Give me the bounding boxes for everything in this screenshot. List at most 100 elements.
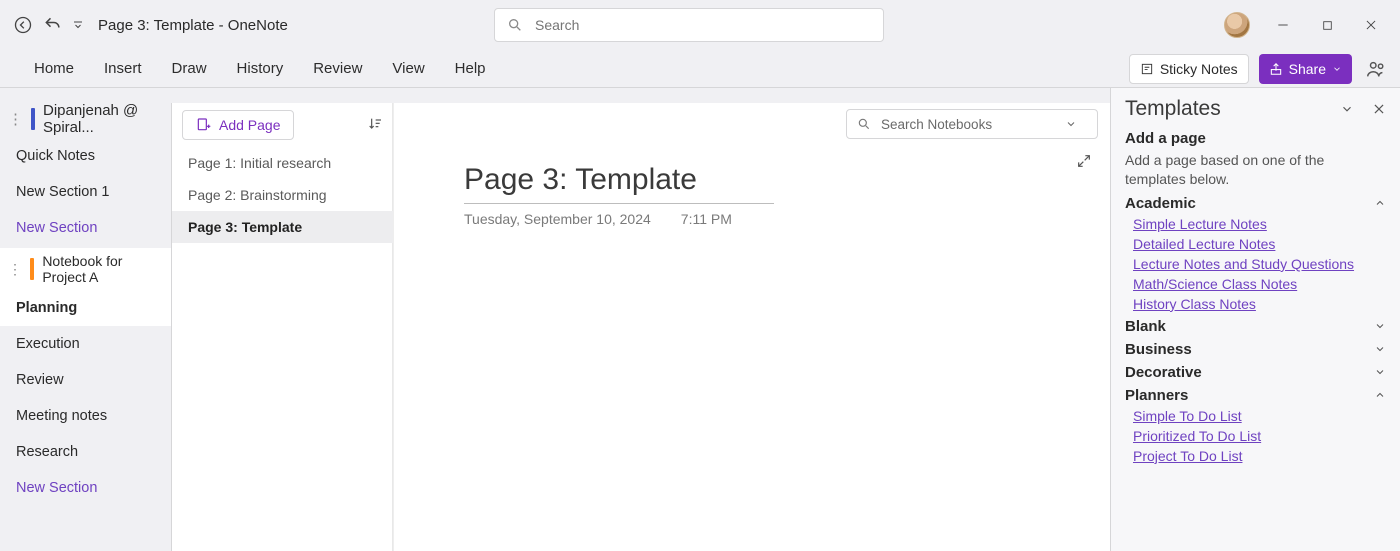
people-presence-button[interactable] bbox=[1362, 55, 1390, 83]
tab-insert[interactable]: Insert bbox=[102, 56, 144, 81]
tab-history[interactable]: History bbox=[235, 56, 286, 81]
chevron-down-icon[interactable] bbox=[1340, 102, 1354, 116]
template-link[interactable]: History Class Notes bbox=[1133, 296, 1386, 312]
page-list: Add Page Page 1: Initial research Page 2… bbox=[171, 103, 393, 551]
page-item-selected[interactable]: Page 3: Template bbox=[172, 211, 393, 243]
share-button[interactable]: Share bbox=[1259, 54, 1352, 84]
notebook-name: Dipanjenah @ Spiral... bbox=[43, 102, 163, 136]
account-avatar[interactable] bbox=[1224, 12, 1250, 38]
search-placeholder: Search bbox=[535, 17, 579, 33]
section-label: New Section bbox=[16, 480, 97, 496]
tab-home[interactable]: Home bbox=[32, 56, 76, 81]
page-label: Page 3: Template bbox=[188, 219, 302, 235]
template-category-decorative[interactable]: Decorative bbox=[1125, 364, 1386, 381]
template-link[interactable]: Prioritized To Do List bbox=[1133, 428, 1386, 444]
chevron-down-icon bbox=[1374, 366, 1386, 378]
section-item-planning[interactable]: Planning bbox=[0, 290, 171, 326]
section-label: Meeting notes bbox=[16, 408, 107, 424]
search-icon bbox=[507, 17, 523, 33]
template-category-blank[interactable]: Blank bbox=[1125, 318, 1386, 335]
page-time[interactable]: 7:11 PM bbox=[681, 211, 732, 227]
tab-review[interactable]: Review bbox=[311, 56, 364, 81]
section-item[interactable]: Execution bbox=[0, 326, 171, 362]
sticky-notes-button[interactable]: Sticky Notes bbox=[1129, 54, 1249, 84]
page-label: Page 1: Initial research bbox=[188, 155, 331, 171]
section-item-new[interactable]: New Section bbox=[0, 470, 171, 506]
search-icon bbox=[857, 117, 871, 131]
minimize-button[interactable] bbox=[1272, 14, 1294, 36]
chevron-up-icon bbox=[1374, 389, 1386, 401]
undo-button[interactable] bbox=[38, 10, 68, 40]
section-item[interactable]: Quick Notes bbox=[0, 138, 171, 174]
share-label: Share bbox=[1289, 61, 1326, 77]
template-link[interactable]: Detailed Lecture Notes bbox=[1133, 236, 1386, 252]
section-label: Review bbox=[16, 372, 64, 388]
maximize-button[interactable] bbox=[1316, 14, 1338, 36]
close-button[interactable] bbox=[1360, 14, 1382, 36]
secondary-notebook[interactable]: ⋮ Notebook for Project A bbox=[0, 248, 171, 290]
page-item[interactable]: Page 2: Brainstorming bbox=[172, 179, 393, 211]
category-label: Planners bbox=[1125, 387, 1188, 404]
share-icon bbox=[1269, 62, 1283, 76]
close-icon[interactable] bbox=[1372, 102, 1386, 116]
tab-help[interactable]: Help bbox=[453, 56, 488, 81]
app-body: ⋮ Dipanjenah @ Spiral... Quick Notes New… bbox=[0, 88, 1400, 551]
add-page-button[interactable]: Add Page bbox=[182, 110, 294, 140]
search-notebooks-input[interactable]: Search Notebooks bbox=[846, 109, 1098, 139]
notebook-navigation: ⋮ Dipanjenah @ Spiral... Quick Notes New… bbox=[0, 88, 171, 551]
template-link[interactable]: Simple Lecture Notes bbox=[1133, 216, 1386, 232]
templates-header: Templates bbox=[1125, 94, 1386, 124]
template-link[interactable]: Project To Do List bbox=[1133, 448, 1386, 464]
category-label: Blank bbox=[1125, 318, 1166, 335]
chevron-down-icon bbox=[1374, 343, 1386, 355]
section-label: Execution bbox=[16, 336, 80, 352]
template-link[interactable]: Simple To Do List bbox=[1133, 408, 1386, 424]
search-nb-placeholder: Search Notebooks bbox=[881, 117, 992, 132]
template-category-planners[interactable]: Planners bbox=[1125, 387, 1386, 404]
chevron-down-icon[interactable] bbox=[1065, 118, 1077, 130]
chevron-up-icon bbox=[1374, 197, 1386, 209]
tab-view[interactable]: View bbox=[390, 56, 426, 81]
page-date[interactable]: Tuesday, September 10, 2024 bbox=[464, 211, 651, 227]
notebook-grip-icon: ⋮ bbox=[8, 110, 23, 128]
notebook-color-swatch bbox=[31, 108, 35, 130]
global-search-input[interactable]: Search bbox=[494, 8, 884, 42]
page-list-toolbar: Add Page bbox=[172, 103, 393, 147]
section-label: New Section bbox=[16, 220, 97, 236]
section-item-new[interactable]: New Section bbox=[0, 210, 171, 246]
templates-panel: Templates Add a page Add a page based on… bbox=[1110, 88, 1400, 551]
sticky-notes-label: Sticky Notes bbox=[1160, 61, 1238, 77]
expand-page-button[interactable] bbox=[1076, 153, 1092, 172]
page-editor[interactable]: Search Notebooks Page 3: Template Tuesda… bbox=[393, 103, 1110, 551]
template-category-business[interactable]: Business bbox=[1125, 341, 1386, 358]
tab-draw[interactable]: Draw bbox=[170, 56, 209, 81]
page-label: Page 2: Brainstorming bbox=[188, 187, 327, 203]
section-item[interactable]: Review bbox=[0, 362, 171, 398]
section-label: Research bbox=[16, 444, 78, 460]
chevron-down-icon bbox=[1374, 320, 1386, 332]
section-item[interactable]: Research bbox=[0, 434, 171, 470]
add-page-label: Add Page bbox=[219, 117, 281, 133]
ribbon: Home Insert Draw History Review View Hel… bbox=[0, 50, 1400, 88]
page-meta: Tuesday, September 10, 2024 7:11 PM bbox=[464, 211, 732, 227]
section-label: Planning bbox=[16, 300, 77, 316]
customize-qat-dropdown[interactable] bbox=[68, 10, 88, 40]
section-item[interactable]: New Section 1 bbox=[0, 174, 171, 210]
section-item[interactable]: Meeting notes bbox=[0, 398, 171, 434]
notebook-color-swatch bbox=[30, 258, 34, 280]
templates-add-page-heading: Add a page bbox=[1125, 130, 1386, 147]
current-notebook[interactable]: ⋮ Dipanjenah @ Spiral... bbox=[0, 100, 171, 138]
back-button[interactable] bbox=[8, 10, 38, 40]
title-bar: Page 3: Template - OneNote Search bbox=[0, 0, 1400, 50]
section-label: New Section 1 bbox=[16, 184, 110, 200]
template-link[interactable]: Math/Science Class Notes bbox=[1133, 276, 1386, 292]
category-label: Academic bbox=[1125, 195, 1196, 212]
template-link[interactable]: Lecture Notes and Study Questions bbox=[1133, 256, 1386, 272]
template-category-academic[interactable]: Academic bbox=[1125, 195, 1386, 212]
category-label: Business bbox=[1125, 341, 1192, 358]
page-item[interactable]: Page 1: Initial research bbox=[172, 147, 393, 179]
templates-title: Templates bbox=[1125, 97, 1221, 121]
category-label: Decorative bbox=[1125, 364, 1202, 381]
sort-pages-button[interactable] bbox=[367, 116, 383, 135]
page-title-input[interactable]: Page 3: Template bbox=[464, 163, 774, 204]
